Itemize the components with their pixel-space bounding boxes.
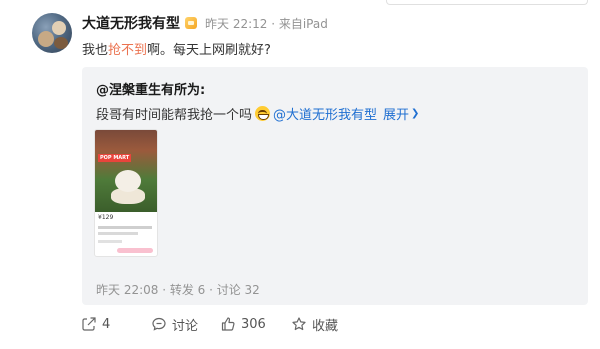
thumbnail-badge: POP MART [98, 154, 132, 162]
share-icon [82, 317, 96, 331]
like-count: 306 [241, 316, 266, 332]
like-button[interactable]: 306 [221, 317, 292, 332]
vip-badge-icon [185, 17, 197, 29]
favorite-label: 收藏 [312, 318, 339, 334]
quoted-text-body: 段哥有时间能帮我抢一个吗 [96, 108, 253, 123]
share-button[interactable]: 4 [82, 317, 152, 332]
username[interactable]: 大道无形我有型 [82, 13, 180, 33]
thumbnail-text-line [98, 240, 122, 243]
quoted-username[interactable]: @涅槃重生有所为: [96, 79, 205, 98]
thumbs-up-icon [221, 317, 235, 331]
quoted-mention-link[interactable]: @大道无形我有型 [273, 104, 377, 123]
avatar[interactable] [32, 13, 72, 53]
post-text: 我也抢不到啊。每天上网刷就好? [82, 39, 271, 58]
quoted-post[interactable]: @涅槃重生有所为: 段哥有时间能帮我抢一个吗 @大道无形我有型 展开 ❯ POP… [82, 67, 588, 305]
thumbnail-button [117, 248, 153, 253]
favorite-button[interactable]: 收藏 [292, 315, 338, 334]
thumbnail-text-line [98, 232, 138, 235]
quoted-image-thumbnail[interactable]: POP MART ¥129 [94, 129, 158, 257]
post-text-highlight: 抢不到 [108, 43, 148, 58]
post-header: 大道无形我有型 昨天 22:12 · 来自iPad [82, 13, 328, 33]
share-count: 4 [102, 316, 111, 332]
post-text-end: 啊。每天上网刷就好? [147, 43, 271, 58]
action-bar: 4 讨论 306 收藏 [82, 315, 338, 334]
chevron-down-icon[interactable]: ❯ [411, 108, 419, 119]
thumbnail-text-line [98, 226, 152, 229]
star-icon [292, 317, 306, 331]
quoted-text: 段哥有时间能帮我抢一个吗 @大道无形我有型 展开 ❯ [96, 104, 419, 123]
expand-link[interactable]: 展开 [383, 104, 409, 123]
previous-card-edge [386, 0, 588, 5]
post-meta: 昨天 22:12 · 来自iPad [205, 16, 328, 31]
thumbnail-price: ¥129 [98, 214, 114, 221]
grin-emoji-icon [255, 106, 271, 121]
comment-button[interactable]: 讨论 [152, 315, 221, 334]
quoted-stats: 昨天 22:08 · 转发 6 · 讨论 32 [96, 283, 260, 297]
comment-icon [152, 317, 166, 331]
comment-label: 讨论 [172, 318, 199, 334]
post-text-start: 我也 [82, 43, 109, 58]
thumbnail-figure-head [115, 170, 141, 192]
